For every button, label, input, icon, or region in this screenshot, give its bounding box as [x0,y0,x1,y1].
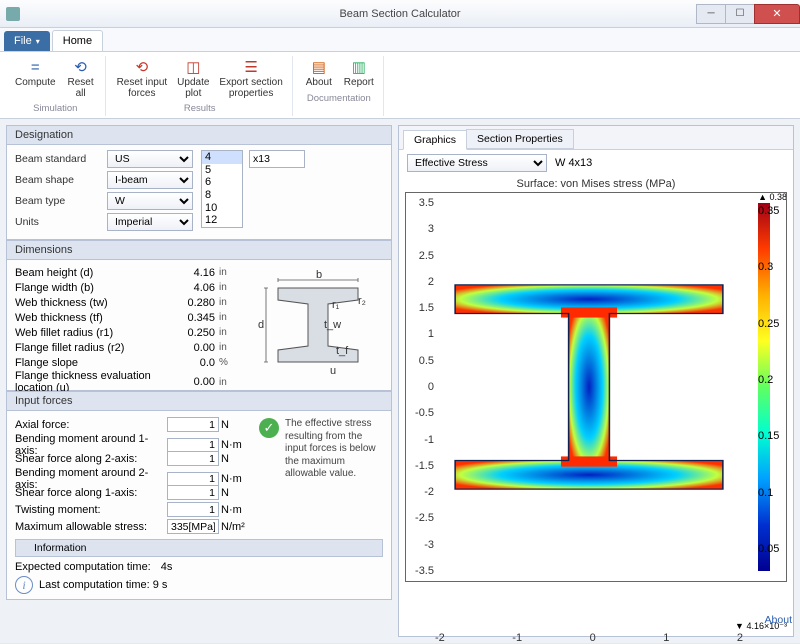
window-titlebar: Beam Section Calculator ─ ☐ ✕ [0,0,800,28]
group-results-label: Results [114,103,286,114]
select-beam-standard[interactable]: US [107,150,193,168]
listbox-size-item[interactable]: 5 [202,164,242,177]
svg-text:r₂: r₂ [358,295,366,307]
file-menu[interactable]: File [4,31,50,51]
dimension-row: Web thickness (tw)0.280in [15,295,237,310]
plot-canvas[interactable]: 3.532.521.510.50-0.5-1-1.5-2-2.5-3-3.5 [405,192,787,582]
listbox-size-item[interactable]: 10 [202,202,242,215]
pdf-icon: ▤ [308,58,330,76]
about-button[interactable]: ▤About [301,56,337,91]
report-icon: ▥ [348,58,370,76]
force-row: Bending moment around 2-axis:N·m [15,467,251,484]
label-beam-standard: Beam standard [15,153,103,165]
svg-text:r₁: r₁ [332,299,340,311]
panel-dimensions-header: Dimensions [6,240,392,260]
svg-text:t_w: t_w [324,319,341,331]
update-plot-icon: ◫ [182,58,204,76]
ribbon-tabstrip: File Home [0,28,800,52]
window-minimize[interactable]: ─ [696,4,726,24]
force-row: Shear force along 2-axis:N [15,450,251,467]
dimension-row: Flange fillet radius (r2)0.00in [15,340,237,355]
panel-forces-header: Input forces [6,391,392,411]
tab-home[interactable]: Home [52,30,103,51]
force-input[interactable] [167,502,219,517]
export-icon: ☰ [240,58,262,76]
listbox-size-item[interactable]: 12 [202,214,242,227]
expected-time-label: Expected computation time: [15,561,151,573]
dimension-row: Web thickness (tf)0.345in [15,310,237,325]
listbox-size-item[interactable]: 8 [202,189,242,202]
status-text: The effective stress resulting from the … [285,418,383,481]
ribbon: =Compute ⟲Reset all Simulation ⟲Reset in… [0,52,800,119]
window-maximize[interactable]: ☐ [725,4,755,24]
force-row: Twisting moment:N·m [15,501,251,518]
expected-time-value: 4s [161,561,173,573]
label-units: Units [15,216,103,228]
window-close[interactable]: ✕ [754,4,800,24]
select-beam-type[interactable]: W [107,192,193,210]
svg-text:u: u [330,365,336,377]
dimension-row: Web fillet radius (r1)0.250in [15,325,237,340]
svg-text:t_f: t_f [336,345,349,357]
tab-graphics[interactable]: Graphics [403,130,467,150]
force-row: Axial force:N [15,416,251,433]
dimension-row: Flange width (b)4.06in [15,280,237,295]
last-time-label: Last computation time: 9 s [39,579,167,591]
dimension-row: Flange thickness evaluation location (u)… [15,370,237,385]
force-input[interactable] [167,485,219,500]
tab-section-properties[interactable]: Section Properties [466,129,574,149]
label-beam-shape: Beam shape [15,174,103,186]
svg-text:d: d [258,319,264,331]
force-row: Bending moment around 1-axis:N·m [15,433,251,450]
plot-title: Surface: von Mises stress (MPa) [405,178,787,190]
info-icon: i [15,576,33,594]
status-ok-icon: ✓ [259,418,279,438]
select-units[interactable]: Imperial [107,213,193,231]
variant-input[interactable] [249,150,305,168]
select-plot-view[interactable]: Effective Stress [407,154,547,172]
window-title: Beam Section Calculator [339,8,460,20]
update-plot-button[interactable]: ◫Update plot [174,56,212,101]
force-row: Shear force along 1-axis:N [15,484,251,501]
group-simulation-label: Simulation [12,103,99,114]
report-button[interactable]: ▥Report [341,56,377,91]
select-beam-shape[interactable]: I-beam [107,171,193,189]
section-label: W 4x13 [555,157,592,169]
listbox-size[interactable]: 4568101214 [201,150,243,228]
about-link[interactable]: About [765,614,792,626]
reset-input-forces-button[interactable]: ⟲Reset input forces [114,56,171,101]
listbox-size-item[interactable]: 4 [202,151,242,164]
compute-button[interactable]: =Compute [12,56,59,101]
force-input[interactable] [167,519,219,534]
listbox-size-item[interactable]: 14 [202,227,242,228]
force-input[interactable] [167,417,219,432]
reset-forces-icon: ⟲ [131,58,153,76]
export-section-button[interactable]: ☰Export section properties [216,56,285,101]
dimension-row: Flange slope0.0% [15,355,237,370]
label-beam-type: Beam type [15,195,103,207]
reset-all-button[interactable]: ⟲Reset all [63,56,99,101]
panel-info-header: Information [15,539,383,557]
reset-icon: ⟲ [70,58,92,76]
force-input[interactable] [167,451,219,466]
force-row: Maximum allowable stress:N/m² [15,518,251,535]
compute-icon: = [24,58,46,76]
svg-text:b: b [316,270,322,281]
group-docs-label: Documentation [301,93,377,104]
dimension-row: Beam height (d)4.16in [15,265,237,280]
panel-designation-header: Designation [6,125,392,145]
listbox-size-item[interactable]: 6 [202,176,242,189]
beam-diagram: b d r₁ r₂ t_w t_f u [243,265,383,385]
app-icon [6,7,20,21]
